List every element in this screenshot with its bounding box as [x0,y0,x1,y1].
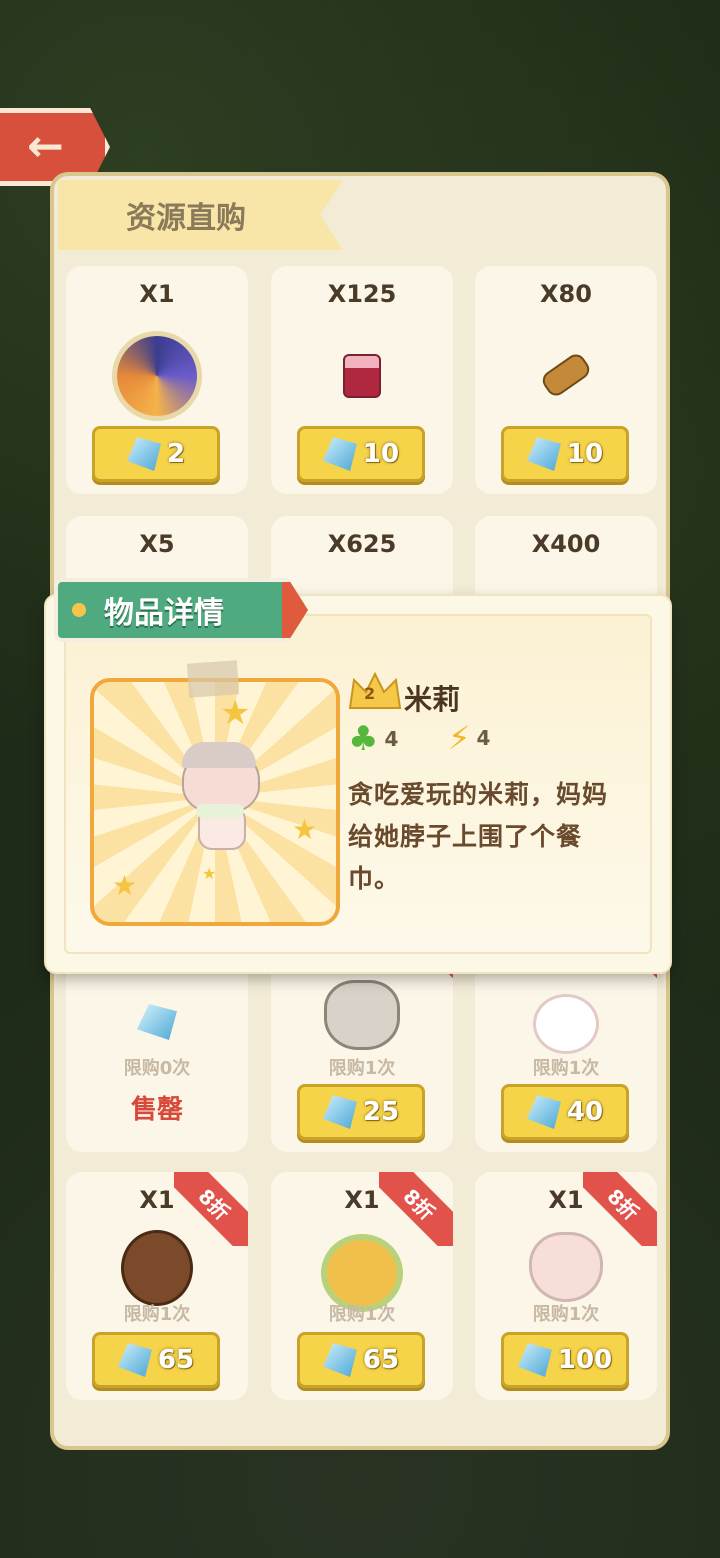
character-name: 米莉 [404,683,461,716]
character-level: 2 [364,684,376,703]
star-icon: ★ [220,693,251,733]
character-description: 贪吃爱玩的米莉，妈妈给她脖子上围了个餐巾。 [348,780,609,893]
cat-character-hair [182,742,256,768]
napkin-icon [196,804,244,818]
star-icon: ★ [112,869,138,902]
clover-icon: ♣ [348,719,379,759]
energy-stat: ⚡ 4 [448,722,490,754]
energy-value: 4 [476,726,491,750]
dot-icon [72,603,86,617]
star-icon: ★ [202,864,217,883]
lightning-icon: ⚡ [448,719,471,757]
clover-stat: ♣ 4 [348,722,398,756]
detail-title-tab: 物品详情 [54,578,308,642]
star-icon: ★ [292,813,318,846]
character-portrait: ★ ★ ★ ★ [90,678,340,926]
tape-decoration [186,660,240,698]
detail-title: 物品详情 [104,596,224,631]
clover-value: 4 [384,727,399,751]
